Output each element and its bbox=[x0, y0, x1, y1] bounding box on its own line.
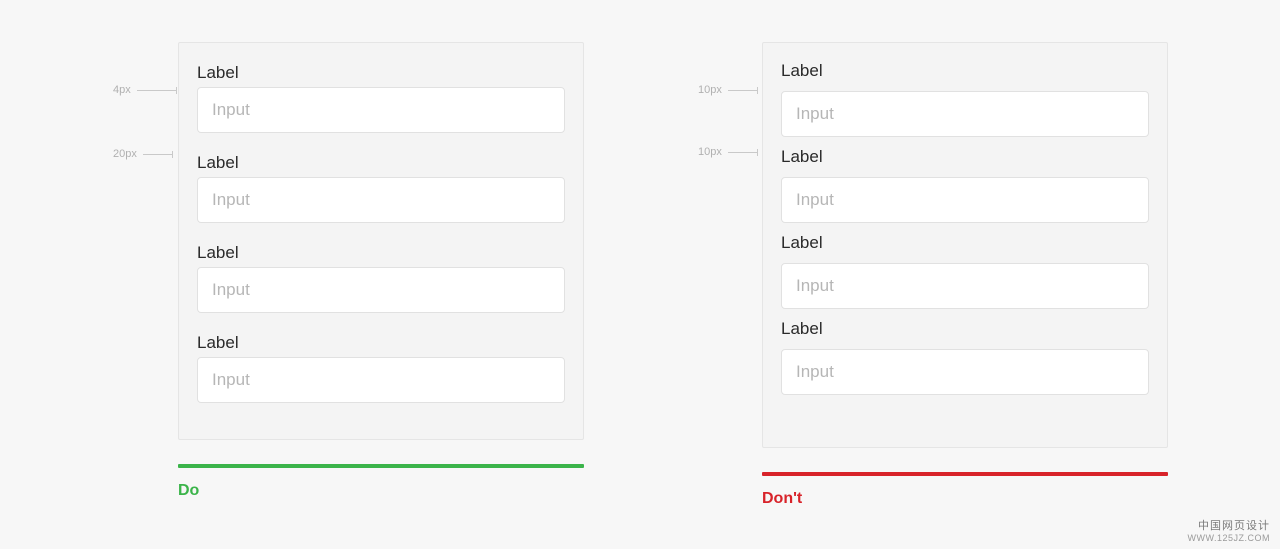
watermark-url: WWW.125JZ.COM bbox=[1188, 533, 1271, 543]
field-input[interactable] bbox=[197, 357, 565, 403]
field-label: Label bbox=[197, 63, 565, 83]
spacing-annotation-bar bbox=[728, 152, 758, 153]
form-field: Label bbox=[781, 233, 1149, 309]
spacing-annotation-bar bbox=[137, 90, 177, 91]
verdict-label: Do bbox=[178, 482, 584, 500]
watermark-text: 中国网页设计 bbox=[1188, 520, 1271, 533]
example-do: 4px 20px Label Label Label Label Do bbox=[178, 42, 584, 500]
field-label: Label bbox=[781, 319, 1149, 339]
field-input[interactable] bbox=[197, 267, 565, 313]
spacing-annotation-text: 4px bbox=[113, 84, 137, 96]
field-label: Label bbox=[197, 333, 565, 353]
form-field: Label bbox=[197, 333, 565, 403]
field-label: Label bbox=[197, 243, 565, 263]
field-input[interactable] bbox=[781, 349, 1149, 395]
verdict-underline bbox=[762, 472, 1168, 476]
verdict-label: Don't bbox=[762, 490, 1168, 508]
field-input[interactable] bbox=[781, 263, 1149, 309]
watermark: 中国网页设计 WWW.125JZ.COM bbox=[1188, 520, 1271, 543]
form-field: Label bbox=[197, 153, 565, 223]
field-input[interactable] bbox=[781, 177, 1149, 223]
form-field: Label bbox=[781, 147, 1149, 223]
spacing-annotation-bar bbox=[728, 90, 758, 91]
form-field: Label bbox=[197, 243, 565, 313]
spacing-annotation-text: 10px bbox=[698, 146, 728, 158]
form-field: Label bbox=[781, 319, 1149, 395]
form-field: Label bbox=[197, 63, 565, 133]
verdict-underline bbox=[178, 464, 584, 468]
form-field: Label bbox=[781, 61, 1149, 137]
field-label: Label bbox=[781, 147, 1149, 167]
example-dont: 10px 10px Label Label Label Label Don't bbox=[762, 42, 1168, 508]
spacing-annotation-text: 10px bbox=[698, 84, 728, 96]
spacing-annotation-text: 20px bbox=[113, 148, 143, 160]
field-input[interactable] bbox=[197, 177, 565, 223]
form-panel: Label Label Label Label bbox=[762, 42, 1168, 448]
spacing-annotation: 20px bbox=[113, 148, 173, 160]
spacing-annotation: 10px bbox=[698, 146, 758, 158]
spacing-annotation-bar bbox=[143, 154, 173, 155]
field-input[interactable] bbox=[781, 91, 1149, 137]
form-panel: Label Label Label Label bbox=[178, 42, 584, 440]
spacing-annotation: 10px bbox=[698, 84, 758, 96]
field-label: Label bbox=[781, 61, 1149, 81]
field-label: Label bbox=[781, 233, 1149, 253]
field-label: Label bbox=[197, 153, 565, 173]
field-input[interactable] bbox=[197, 87, 565, 133]
spacing-annotation: 4px bbox=[113, 84, 177, 96]
